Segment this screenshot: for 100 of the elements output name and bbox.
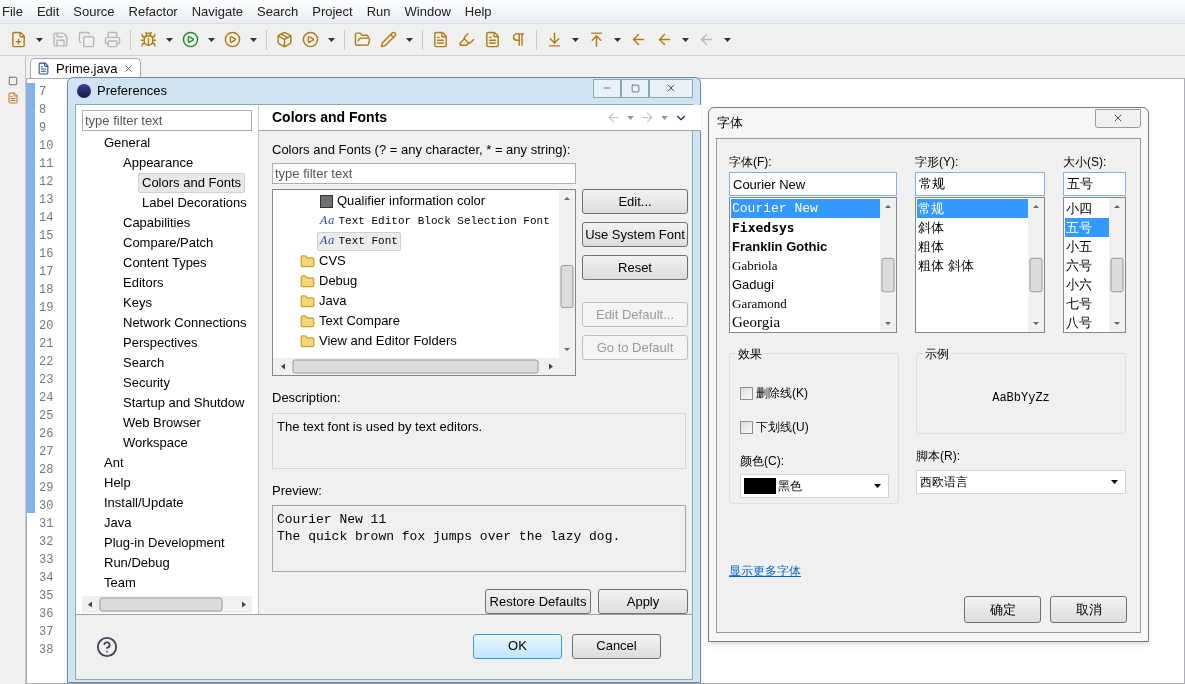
menu-item[interactable]: Navigate xyxy=(191,1,243,22)
editor-tab[interactable]: Prime.java xyxy=(30,58,142,78)
list-item[interactable]: Georgia xyxy=(731,313,880,332)
filter-field[interactable]: type filter text xyxy=(272,163,576,184)
tree-item[interactable]: Startup and Shutdow xyxy=(119,393,249,413)
button[interactable]: Reset xyxy=(582,255,688,280)
line-number: 12 xyxy=(39,174,55,191)
line-number: 10 xyxy=(39,138,55,155)
preview-label: Preview: xyxy=(272,481,323,500)
button[interactable]: Cancel xyxy=(572,633,661,659)
button[interactable]: 取消 xyxy=(1050,596,1127,623)
list-item[interactable]: 粗体 斜体 xyxy=(917,256,1028,275)
list-item[interactable]: 小五 xyxy=(1065,237,1109,256)
tree-item[interactable]: Run/Debug xyxy=(100,553,174,573)
button[interactable]: Apply xyxy=(598,589,688,614)
window-title: 字体 xyxy=(717,114,743,133)
tree-item[interactable]: Java xyxy=(297,291,350,311)
line-number: 21 xyxy=(39,336,55,353)
menu-item[interactable]: Run xyxy=(366,1,391,22)
font-icon: Aa xyxy=(320,232,335,250)
line-number: 34 xyxy=(39,570,55,587)
menu-item[interactable]: Search xyxy=(257,1,299,22)
line-number: 31 xyxy=(39,516,55,533)
list-item[interactable]: 斜体 xyxy=(917,218,1028,237)
line-number: 9 xyxy=(39,120,48,137)
button[interactable]: Edit... xyxy=(582,189,688,214)
list-item[interactable]: Franklin Gothic xyxy=(731,237,880,256)
line-number: 14 xyxy=(39,210,55,227)
line-number: 38 xyxy=(39,642,55,659)
list-item[interactable]: Garamond xyxy=(731,294,880,313)
tree-item[interactable]: Java xyxy=(100,513,136,533)
line-number: 33 xyxy=(39,552,55,569)
list-item[interactable]: Gabriola xyxy=(731,256,880,275)
tree-item[interactable]: Qualifier information color xyxy=(317,191,489,211)
tree-item[interactable]: Security xyxy=(119,373,174,393)
input-field[interactable]: Courier New xyxy=(729,172,897,196)
menu-item[interactable]: File xyxy=(2,1,23,22)
menu-item[interactable]: Refactor xyxy=(128,1,178,22)
tab-label: Prime.java xyxy=(56,59,118,78)
list-item[interactable]: Gadugi xyxy=(731,275,880,294)
script-select[interactable]: 西欧语言 xyxy=(916,470,1126,494)
line-number: 26 xyxy=(39,426,55,443)
list-item[interactable]: 八号 xyxy=(1065,313,1109,332)
tree-item[interactable]: Debug xyxy=(297,271,361,291)
button[interactable]: OK xyxy=(473,633,562,659)
tree-item[interactable]: Aa Text Font xyxy=(317,231,401,251)
more-fonts-link[interactable]: 显示更多字体 xyxy=(729,562,801,580)
tree-item[interactable]: CVS xyxy=(297,251,349,271)
tree-item[interactable]: Label Decorations xyxy=(138,193,251,213)
tree-item[interactable]: Ant xyxy=(100,453,128,473)
tree-item[interactable]: Plug-in Development xyxy=(100,533,229,553)
tree-item[interactable]: Capabilities xyxy=(119,213,195,233)
menu-item[interactable]: Source xyxy=(73,1,115,22)
list-item[interactable]: 七号 xyxy=(1065,294,1109,313)
tree-item[interactable]: Search xyxy=(119,353,169,373)
button[interactable]: Use System Font xyxy=(582,222,688,247)
tree-item[interactable]: Team xyxy=(100,573,140,593)
tree-item[interactable]: Appearance xyxy=(119,153,198,173)
tree-item[interactable]: Text Compare xyxy=(297,311,403,331)
line-number: 29 xyxy=(39,480,55,497)
menu-item[interactable]: Project xyxy=(312,1,353,22)
color-select[interactable]: 黑色 xyxy=(740,474,889,498)
tree-item[interactable]: Content Types xyxy=(119,253,211,273)
tree-item[interactable]: Colors and Fonts xyxy=(138,173,245,193)
list-item[interactable]: 六号 xyxy=(1065,256,1109,275)
filter-label: Colors and Fonts (? = any character, * = any string): xyxy=(272,142,572,158)
menu-item[interactable]: Edit xyxy=(36,1,60,22)
menu-item[interactable]: Help xyxy=(464,1,492,22)
tree-item[interactable]: Keys xyxy=(119,293,156,313)
preview-text: The quick brown fox jumps over the lazy dog. xyxy=(277,528,622,545)
input-field[interactable]: 常规 xyxy=(915,172,1045,196)
menu-item[interactable]: Window xyxy=(404,1,451,22)
button[interactable]: 确定 xyxy=(964,596,1041,623)
list-item[interactable]: 粗体 xyxy=(917,237,1028,256)
tree-item[interactable]: Install/Update xyxy=(100,493,188,513)
tree-item[interactable]: Aa Text Editor Block Selection Font xyxy=(317,211,553,231)
tree-item[interactable]: Compare/Patch xyxy=(119,233,218,253)
group-label: 示例 xyxy=(923,345,951,363)
input-field[interactable]: 五号 xyxy=(1063,172,1126,196)
line-number: 30 xyxy=(39,498,55,515)
field-label: 字形(Y): xyxy=(915,154,960,170)
tree-item[interactable]: View and Editor Folders xyxy=(297,331,460,351)
line-number: 32 xyxy=(39,534,55,551)
line-number: 24 xyxy=(39,390,55,407)
button[interactable]: Restore Defaults xyxy=(485,589,591,614)
tree-item[interactable]: Help xyxy=(100,473,135,493)
tree-item[interactable]: Network Connections xyxy=(119,313,251,333)
tree-item[interactable]: General xyxy=(100,133,155,153)
list-item[interactable]: 小六 xyxy=(1065,275,1109,294)
line-number: 8 xyxy=(39,102,48,119)
line-number: 35 xyxy=(39,588,55,605)
window-title: Preferences xyxy=(97,82,168,101)
list-item[interactable]: 小四 xyxy=(1065,199,1109,218)
tree-item[interactable]: Workspace xyxy=(119,433,192,453)
checkbox-label: 下划线(U) xyxy=(756,419,809,436)
list-item[interactable]: Fixedsys xyxy=(731,218,880,237)
tree-item[interactable]: Web Browser xyxy=(119,413,205,433)
tree-item[interactable]: Perspectives xyxy=(119,333,202,353)
filter-field[interactable]: type filter text xyxy=(82,110,252,131)
tree-item[interactable]: Editors xyxy=(119,273,168,293)
